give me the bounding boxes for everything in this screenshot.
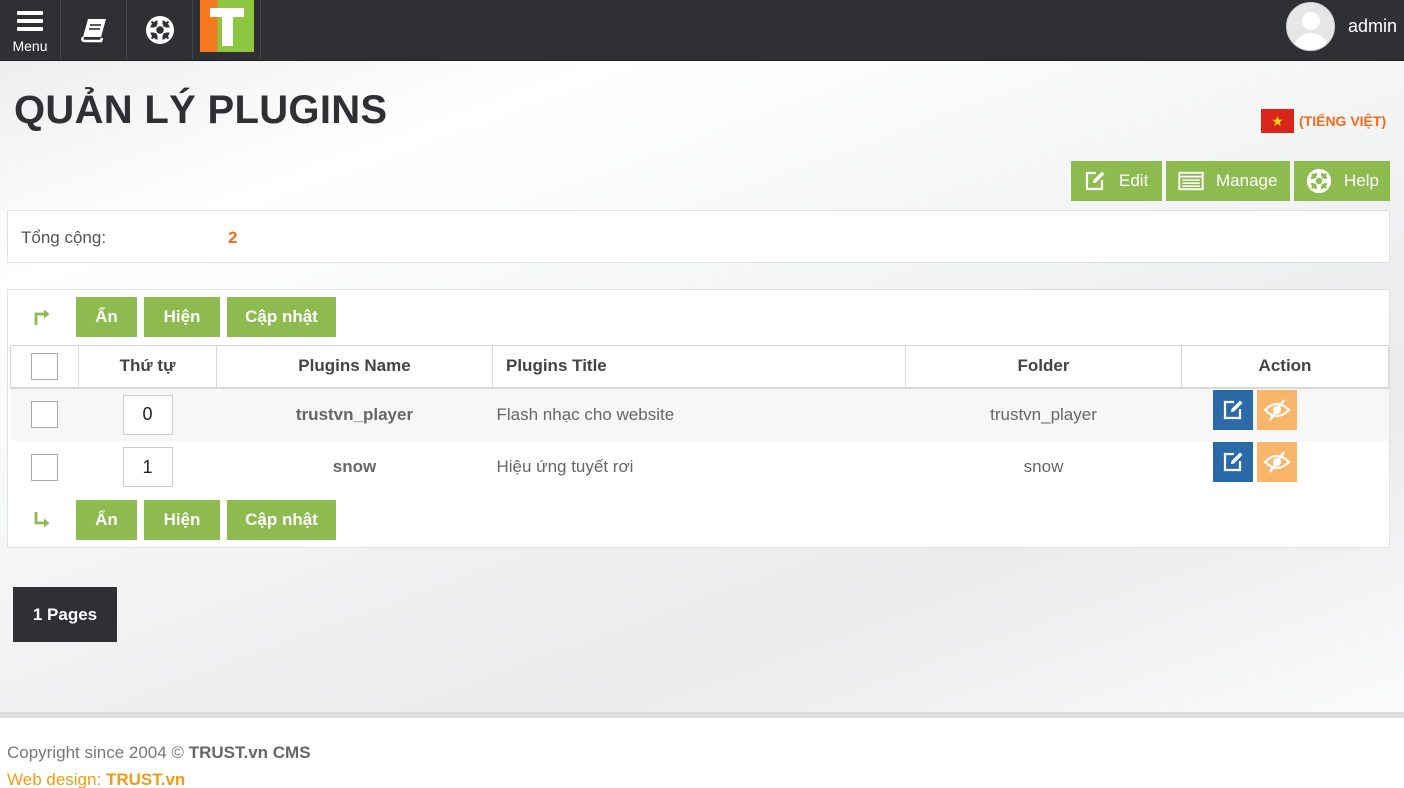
menu-button[interactable]: Menu	[0, 0, 61, 60]
summary-box: Tổng cộng: 2	[7, 210, 1390, 263]
row-checkbox[interactable]	[31, 401, 58, 428]
eye-slash-icon	[1263, 398, 1291, 421]
bulk-actions-bottom: Ẩn Hiện Cập nhật	[8, 500, 343, 540]
avatar[interactable]	[1286, 2, 1335, 51]
hide-selected-button[interactable]: Ẩn	[76, 500, 137, 540]
top-bar: Menu admin	[0, 0, 1404, 61]
copyright-text: Copyright since 2004 ©	[7, 743, 184, 762]
arrow-down-right-icon	[8, 511, 76, 529]
plugin-title: Flash nhạc cho website	[492, 387, 906, 441]
language-switcher[interactable]: ★ (TIẾNG VIỆT)	[1261, 109, 1386, 133]
webdesign-credit: Web design: TRUST.vn	[7, 770, 185, 788]
hide-selected-button[interactable]: Ẩn	[76, 297, 137, 337]
bulk-actions-top: Ẩn Hiện Cập nhật	[8, 297, 343, 337]
manage-button[interactable]: Manage	[1166, 161, 1290, 201]
list-icon	[1178, 168, 1204, 194]
lifebuoy-icon	[145, 16, 174, 44]
help-label: Help	[1344, 171, 1379, 190]
hide-row-button[interactable]	[1257, 442, 1297, 482]
footer: Copyright since 2004 © TRUST.vn CMS Web …	[0, 718, 1404, 788]
book-icon	[80, 19, 106, 43]
copyright: Copyright since 2004 © TRUST.vn CMS	[7, 743, 311, 763]
table-row: 1 snow Hiệu ứng tuyết rơi snow	[10, 440, 1389, 494]
update-button[interactable]: Cập nhật	[227, 500, 336, 540]
arrow-up-right-icon	[8, 308, 76, 326]
update-button[interactable]: Cập nhật	[227, 297, 336, 337]
total-value: 2	[228, 228, 238, 247]
menu-label: Menu	[12, 37, 48, 54]
column-header-name[interactable]: Plugins Name	[216, 345, 493, 389]
table-row: 0 trustvn_player Flash nhạc cho website …	[10, 387, 1389, 441]
hamburger-icon	[17, 10, 43, 31]
manage-label: Manage	[1216, 171, 1278, 190]
docs-button[interactable]	[61, 0, 127, 60]
help-top-button[interactable]	[127, 0, 193, 60]
toolbar: Edit Manage Help	[1071, 161, 1390, 201]
copyright-brand: TRUST.vn CMS	[188, 743, 311, 762]
plugin-folder: trustvn_player	[905, 387, 1182, 441]
edit-label: Edit	[1119, 171, 1149, 190]
plugin-name: trustvn_player	[216, 387, 493, 441]
edit-icon	[1223, 400, 1243, 419]
row-checkbox[interactable]	[31, 453, 58, 481]
order-input[interactable]: 0	[122, 394, 173, 435]
vietnam-flag-icon: ★	[1261, 109, 1294, 133]
webdesign-text: Web design:	[7, 770, 102, 788]
hide-row-button[interactable]	[1257, 389, 1297, 430]
page-title: QUẢN LÝ PLUGINS	[14, 88, 388, 132]
pagination[interactable]: 1 Pages	[13, 587, 117, 642]
edit-icon	[1083, 168, 1107, 194]
plugin-folder: snow	[905, 440, 1182, 494]
edit-button[interactable]: Edit	[1071, 161, 1162, 201]
logo[interactable]	[193, 0, 261, 60]
help-button[interactable]: Help	[1294, 161, 1390, 201]
username[interactable]: admin	[1348, 16, 1397, 37]
order-input[interactable]: 1	[122, 447, 173, 487]
column-header-action: Action	[1181, 345, 1389, 389]
column-header-folder[interactable]: Folder	[905, 345, 1182, 389]
show-selected-button[interactable]: Hiện	[144, 500, 220, 540]
eye-slash-icon	[1263, 451, 1291, 473]
select-all-header	[10, 345, 79, 389]
lifebuoy-icon	[1306, 168, 1332, 194]
plugin-title: Hiệu ứng tuyết rơi	[492, 440, 906, 494]
webdesign-link[interactable]: TRUST.vn	[106, 770, 185, 788]
edit-row-button[interactable]	[1213, 442, 1253, 482]
plugins-table: Thứ tự Plugins Name Plugins Title Folder…	[10, 345, 1389, 494]
show-selected-button[interactable]: Hiện	[144, 297, 220, 337]
column-header-order[interactable]: Thứ tự	[78, 345, 217, 389]
edit-icon	[1223, 452, 1243, 472]
plugin-name: snow	[216, 440, 493, 494]
column-header-title[interactable]: Plugins Title	[492, 345, 906, 389]
language-label: (TIẾNG VIỆT)	[1299, 113, 1387, 129]
select-all-checkbox[interactable]	[31, 352, 58, 380]
total-label: Tổng cộng:	[21, 228, 107, 247]
plugins-panel: Ẩn Hiện Cập nhật Thứ tự Plugins Name Plu…	[7, 289, 1390, 548]
trust-logo-icon	[199, 0, 254, 52]
edit-row-button[interactable]	[1213, 389, 1253, 430]
